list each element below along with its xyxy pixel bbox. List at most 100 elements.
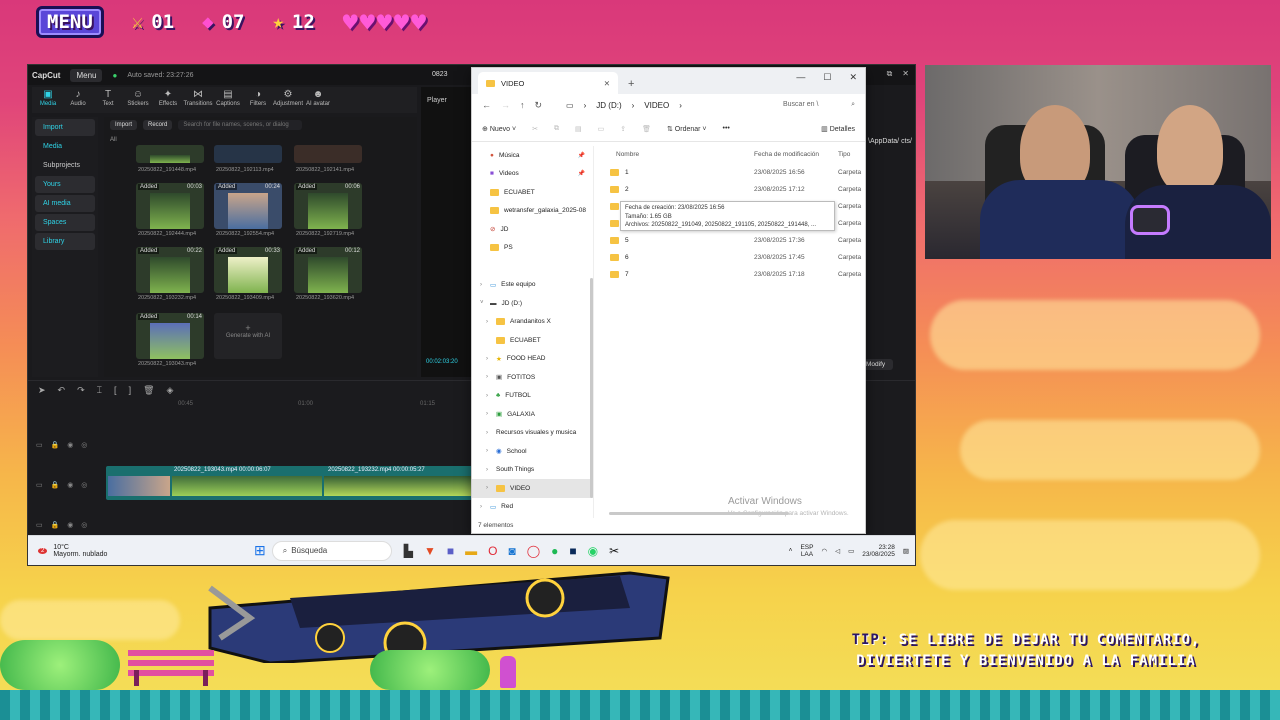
maximize-icon[interactable]: ☐ <box>823 72 831 83</box>
paste-icon[interactable]: ▤ <box>575 125 582 133</box>
language-indicator[interactable]: ESP LAA <box>800 544 813 558</box>
explorer-search-input[interactable]: Buscar en \ ⌕ <box>783 101 855 109</box>
sidebar-item-yours[interactable]: Yours <box>35 176 95 193</box>
nav-item-ps[interactable]: PS <box>472 239 593 258</box>
trim-right-icon[interactable]: ] <box>129 385 132 395</box>
media-thumb[interactable]: Added 00:33 <box>214 247 282 293</box>
delete-icon[interactable]: 🗑 <box>642 125 651 133</box>
taskbar-search[interactable]: ⌕ Búsqueda <box>271 540 392 561</box>
tool-transitions[interactable]: ⋈ Transitions <box>183 89 212 111</box>
nav-item-ecuabet-d[interactable]: ECUABET <box>472 331 593 350</box>
up-icon[interactable]: ↑ <box>520 100 525 110</box>
tool-ai-avatar[interactable]: ☻ AI avatar <box>306 89 330 111</box>
media-thumb[interactable]: Added 00:24 <box>214 183 282 229</box>
file-row[interactable]: 6 23/08/2025 17:45 Carpeta <box>610 249 865 265</box>
tool-captions[interactable]: ▤ Captions <box>216 89 240 111</box>
filter-all[interactable]: All <box>110 137 117 143</box>
video-track[interactable]: 20250822_193043.mp4 00:00:06:07 20250822… <box>106 466 476 500</box>
breadcrumb[interactable]: ▭ › JD (D:) › VIDEO › <box>566 101 682 110</box>
tool-media[interactable]: ▣ Media <box>36 89 60 111</box>
tool-adjustment[interactable]: ⚙ Adjustment <box>273 89 303 111</box>
media-thumb[interactable]: Added 00:03 <box>136 183 204 229</box>
media-thumb[interactable]: Added 00:06 <box>294 183 362 229</box>
nav-item-musica[interactable]: ● Música 📌 <box>472 146 593 165</box>
media-search-input[interactable]: Search for file names, scenes, or dialog <box>178 120 303 130</box>
file-explorer-icon[interactable]: ▬ <box>465 544 477 558</box>
sidebar-item-library[interactable]: Library <box>35 233 95 250</box>
nav-item-south-things[interactable]: › South Things <box>472 461 593 480</box>
track-controls[interactable]: ▭ 🔒 ◉ ◎ <box>36 481 90 489</box>
nav-item-jd[interactable]: ⊘ JD <box>472 220 593 239</box>
nav-item-videos[interactable]: ■ Videos 📌 <box>472 165 593 184</box>
tool-filters[interactable]: ◑ Filters <box>246 89 270 111</box>
new-button[interactable]: ⊕ Nuevo ˅ <box>482 125 516 133</box>
shield-icon[interactable]: ◈ <box>167 385 174 396</box>
horizontal-scrollbar[interactable] <box>609 512 789 515</box>
sort-button[interactable]: ⇅ Ordenar ˅ <box>667 125 707 133</box>
close-icon[interactable]: ✕ <box>849 72 857 83</box>
sidebar-item-import[interactable]: Import <box>35 119 95 136</box>
weather-widget[interactable]: 2 10°C Mayorm. nublado <box>28 544 254 558</box>
nav-item-wetransfer[interactable]: wetransfer_galaxia_2025-08 <box>472 202 593 221</box>
close-icon[interactable]: ✕ <box>604 79 610 88</box>
speaker-icon[interactable]: ◁ <box>835 547 840 555</box>
nav-item-drive-d[interactable]: ˅ ▬ JD (D:) <box>472 294 593 313</box>
import-button[interactable]: Import <box>110 120 138 130</box>
media-thumb[interactable] <box>136 145 204 163</box>
media-thumb[interactable]: Added 00:22 <box>136 247 204 293</box>
task-view-icon[interactable]: ▙ <box>404 544 413 558</box>
media-thumb[interactable] <box>214 145 282 163</box>
nav-item-recursos[interactable]: › Recursos visuales y musica <box>472 424 593 443</box>
back-icon[interactable]: ← <box>482 100 491 110</box>
nav-item-school[interactable]: › ◉ School <box>472 442 593 461</box>
chevron-up-icon[interactable]: ˄ <box>789 547 793 554</box>
media-thumb[interactable]: Added 00:14 <box>136 313 204 359</box>
outlook-icon[interactable]: ◙ <box>508 544 515 558</box>
wifi-icon[interactable]: ◠ <box>821 547 827 555</box>
record-button[interactable]: Record <box>143 120 173 130</box>
vertical-scrollbar[interactable] <box>590 278 593 498</box>
sidebar-item-media[interactable]: Media <box>35 138 95 155</box>
crumb-folder[interactable]: VIDEO <box>644 101 669 110</box>
redo-icon[interactable]: ↷ <box>77 385 85 396</box>
capcut-menu-button[interactable]: Menu <box>70 68 103 82</box>
nav-item-red[interactable]: › ▭ Red <box>472 498 593 517</box>
close-icon[interactable]: ✕ <box>902 69 909 79</box>
nav-item-este-equipo[interactable]: › ▭ Este equipo <box>472 276 593 295</box>
whatsapp-icon[interactable]: ◉ <box>588 544 598 558</box>
windows-start-icon[interactable]: ⊞ <box>254 542 266 559</box>
nav-item-galaxia[interactable]: › ▣ GALAXIA <box>472 405 593 424</box>
notifications-icon[interactable]: ▨ <box>903 547 909 555</box>
file-row[interactable]: 1 23/08/2025 16:56 Carpeta <box>610 164 865 180</box>
track-controls[interactable]: ▭ 🔒 ◉ ◎ <box>36 521 90 529</box>
nav-item-video[interactable]: › VIDEO <box>472 479 593 498</box>
col-date[interactable]: Fecha de modificación <box>754 151 838 158</box>
file-row[interactable]: 5 23/08/2025 17:36 Carpeta <box>610 232 865 248</box>
split-icon[interactable]: ⌶ <box>97 385 102 396</box>
media-thumb[interactable]: Added 00:12 <box>294 247 362 293</box>
tool-text[interactable]: T Text <box>96 89 120 111</box>
sidebar-item-spaces[interactable]: Spaces <box>35 214 95 231</box>
media-thumb[interactable] <box>294 145 362 163</box>
rename-icon[interactable]: ▭ <box>598 125 605 133</box>
crumb-drive[interactable]: JD (D:) <box>596 101 621 110</box>
track-controls[interactable]: ▭ 🔒 ◉ ◎ <box>36 441 90 449</box>
col-type[interactable]: Tipo <box>838 151 850 158</box>
undo-icon[interactable]: ↶ <box>58 385 66 396</box>
more-icon[interactable]: ••• <box>723 125 730 132</box>
trim-left-icon[interactable]: [ <box>114 385 117 395</box>
file-row[interactable]: 2 23/08/2025 17:12 Carpeta <box>610 181 865 197</box>
menu-button[interactable]: MENU <box>36 6 104 38</box>
new-tab-button[interactable]: + <box>628 78 634 94</box>
clock[interactable]: 23:28 23/08/2025 <box>862 544 895 558</box>
tool-stickers[interactable]: ☺ Stickers <box>126 89 150 111</box>
share-icon[interactable]: ⇪ <box>620 125 626 133</box>
teams-icon[interactable]: ■ <box>447 544 454 558</box>
spotify-icon[interactable]: ● <box>551 544 558 558</box>
select-tool-icon[interactable]: ➤ <box>38 385 46 396</box>
generate-with-ai-button[interactable]: + Generate with AI <box>214 313 282 359</box>
sidebar-item-subprojects[interactable]: Subprojects <box>35 157 95 174</box>
brave-icon[interactable]: ▼ <box>424 544 436 558</box>
opera-icon[interactable]: O <box>488 544 497 558</box>
tab-video[interactable]: VIDEO ✕ <box>478 72 618 94</box>
